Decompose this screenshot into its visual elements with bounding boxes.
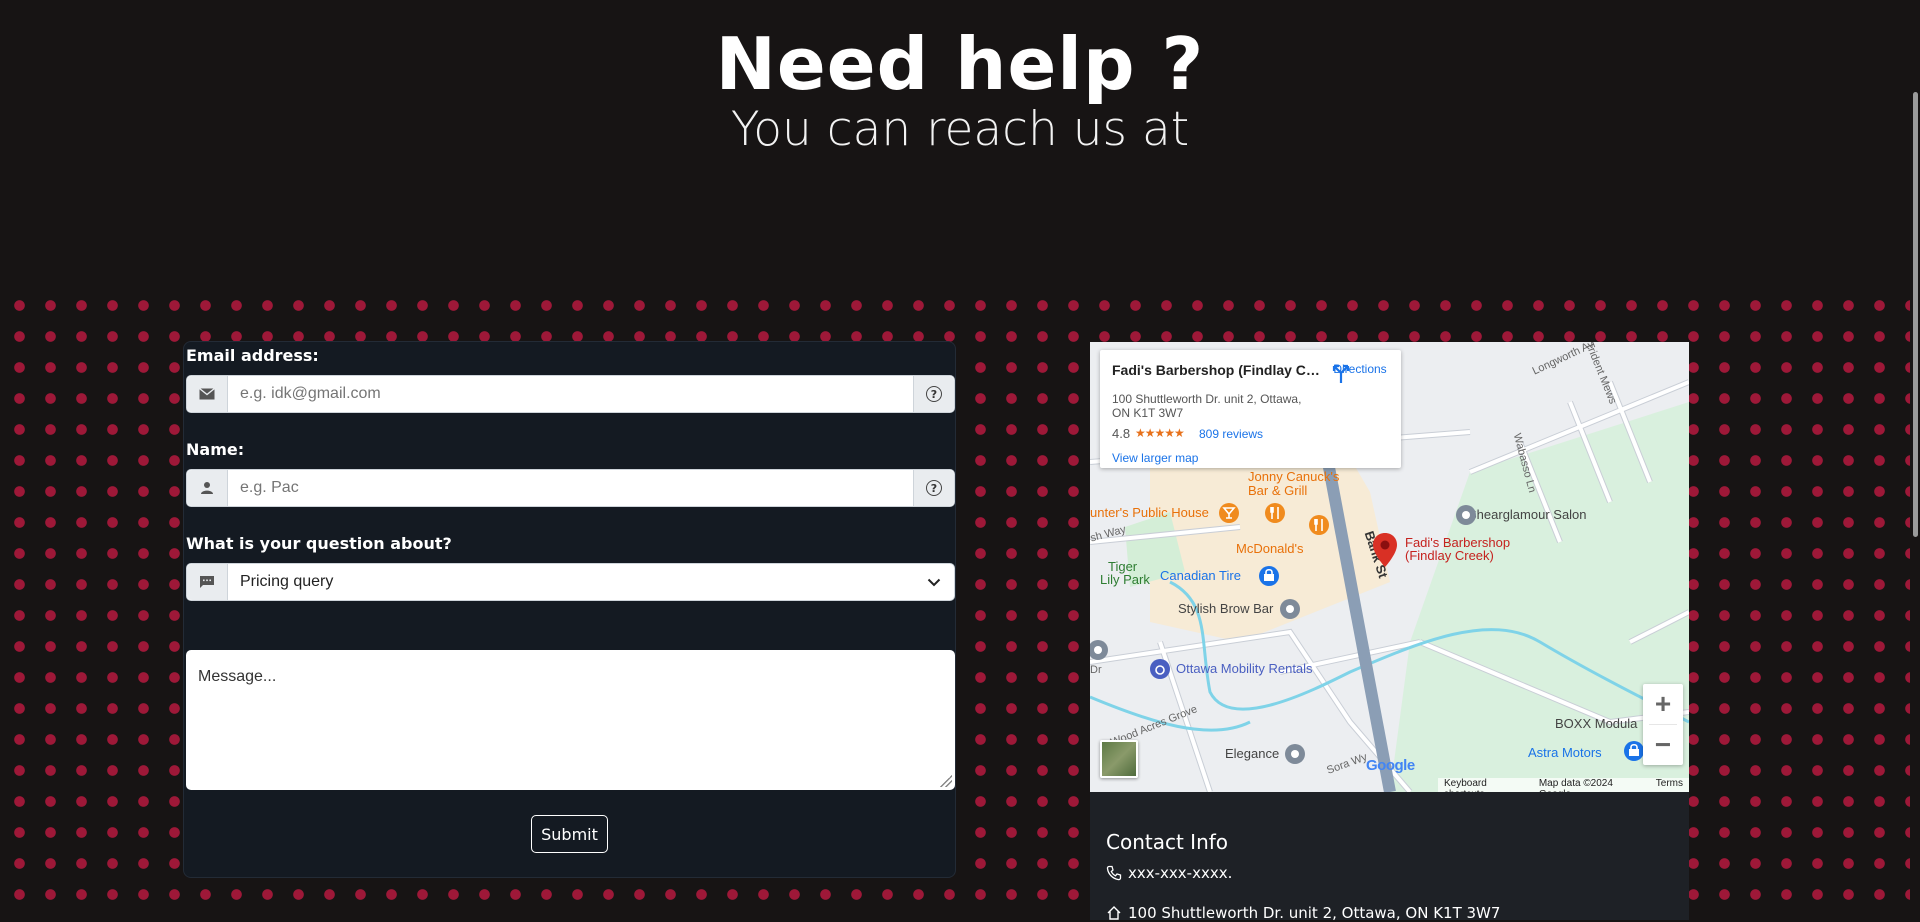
hero-section: Need help ? You can reach us at <box>0 0 1920 288</box>
map-label-hunters[interactable]: unter's Public House <box>1090 505 1209 520</box>
contact-phone-row: xxx-xxx-xxxx. <box>1106 864 1232 882</box>
map-label-fadis-2[interactable]: (Findlay Creek) <box>1405 548 1494 563</box>
contact-address-row: 100 Shuttleworth Dr. unit 2, Ottawa, ON … <box>1106 904 1500 922</box>
directions-icon <box>1332 364 1350 383</box>
map-label-ottawa-mobility[interactable]: Ottawa Mobility Rentals <box>1176 661 1313 676</box>
view-larger-map-link[interactable]: View larger map <box>1112 451 1198 465</box>
shopping-marker-icon[interactable] <box>1258 565 1280 587</box>
rating-stars: ★★★★★ <box>1135 426 1185 440</box>
chevron-down-icon <box>914 564 954 600</box>
question-select[interactable]: Pricing query <box>186 563 955 601</box>
map-footer: Keyboard shortcuts Map data ©2024 Google… <box>1438 778 1689 792</box>
map-label-jonny-2[interactable]: Bar & Grill <box>1248 483 1307 498</box>
zoom-in-button[interactable]: + <box>1643 684 1683 724</box>
zoom-out-button[interactable]: − <box>1643 725 1683 765</box>
map-data-attribution: Map data ©2024 Google <box>1538 778 1613 792</box>
chat-icon <box>187 564 228 600</box>
question-circle-icon: ? <box>926 386 942 402</box>
message-textarea[interactable]: Message... <box>186 650 955 790</box>
directions-button[interactable]: Directions <box>1330 362 1390 383</box>
message-placeholder: Message... <box>198 668 277 685</box>
map-label-shearglamour[interactable]: Shearglamour Salon <box>1468 507 1587 522</box>
map-label-jonny[interactable]: Jonny Canuck's <box>1248 469 1339 484</box>
question-select-value: Pricing query <box>240 573 334 590</box>
email-label: Email address: <box>186 346 319 365</box>
zoom-controls: + − <box>1643 684 1683 765</box>
page-title: Need help ? <box>715 22 1205 106</box>
map-label-boxx[interactable]: BOXX Modula <box>1555 716 1637 731</box>
terms-link[interactable]: Terms <box>1656 778 1683 792</box>
map-label-stylish[interactable]: Stylish Brow Bar <box>1178 601 1273 616</box>
place-marker-icon[interactable] <box>1279 598 1301 620</box>
map-label-canadian-tire[interactable]: Canadian Tire <box>1160 568 1241 583</box>
contact-address: 100 Shuttleworth Dr. unit 2, Ottawa, ON … <box>1128 904 1501 922</box>
page-scrollbar[interactable] <box>1910 0 1920 920</box>
place-marker-icon[interactable] <box>1090 639 1110 661</box>
email-help-button[interactable]: ? <box>913 376 954 412</box>
reviews-link[interactable]: 809 reviews <box>1199 427 1263 441</box>
place-marker-icon[interactable] <box>1455 504 1477 526</box>
email-input-group: ? <box>186 375 955 413</box>
map-label-mcdonalds[interactable]: McDonald's <box>1236 541 1304 556</box>
map-label-tiger-2[interactable]: Lily Park <box>1100 572 1150 587</box>
contact-info-panel: Contact Info xxx-xxx-xxxx. 100 Shuttlewo… <box>1090 792 1689 922</box>
place-name: Fadi's Barbershop (Findlay Cre... <box>1112 362 1322 378</box>
mobility-marker-icon[interactable] <box>1149 658 1171 680</box>
question-label: What is your question about? <box>186 534 452 553</box>
name-label: Name: <box>186 440 245 459</box>
embedded-map[interactable]: Jonny Canuck's Bar & Grill unter's Publi… <box>1090 342 1689 792</box>
email-input[interactable] <box>228 376 913 412</box>
place-marker-icon[interactable] <box>1284 743 1306 765</box>
question-circle-icon: ? <box>926 480 942 496</box>
page-subtitle: You can reach us at <box>730 102 1190 157</box>
restaurant-marker-icon[interactable] <box>1308 514 1330 536</box>
google-logo: Google <box>1366 757 1415 774</box>
map-pin-icon[interactable] <box>1372 532 1398 568</box>
name-input[interactable] <box>228 470 913 506</box>
home-icon <box>1107 906 1121 920</box>
satellite-toggle[interactable] <box>1100 740 1138 778</box>
envelope-icon <box>187 376 228 412</box>
scrollbar-thumb[interactable] <box>1913 92 1918 537</box>
keyboard-shortcuts-link[interactable]: Keyboard shortcuts <box>1444 778 1527 792</box>
contact-phone[interactable]: xxx-xxx-xxxx. <box>1128 864 1232 882</box>
bar-marker-icon[interactable] <box>1218 502 1240 524</box>
name-help-button[interactable]: ? <box>913 470 954 506</box>
person-icon <box>187 470 228 506</box>
place-info-card: Fadi's Barbershop (Findlay Cre... 100 Sh… <box>1100 350 1401 468</box>
shopping-marker-icon[interactable] <box>1623 740 1645 762</box>
place-address: 100 Shuttleworth Dr. unit 2, Ottawa, ON … <box>1112 392 1302 420</box>
phone-icon <box>1106 865 1122 881</box>
resize-handle[interactable] <box>940 775 952 787</box>
contact-info-title: Contact Info <box>1106 830 1229 854</box>
restaurant-marker-icon[interactable] <box>1264 502 1286 524</box>
contact-form: Email address: ? Name: ? What is your qu… <box>183 341 956 878</box>
map-label-astra[interactable]: Astra Motors <box>1528 745 1602 760</box>
place-rating: 4.8 <box>1112 426 1131 441</box>
submit-button[interactable]: Submit <box>531 815 608 853</box>
name-input-group: ? <box>186 469 955 507</box>
map-label-dr: Dr <box>1090 664 1102 676</box>
map-label-elegance[interactable]: Elegance <box>1225 746 1279 761</box>
